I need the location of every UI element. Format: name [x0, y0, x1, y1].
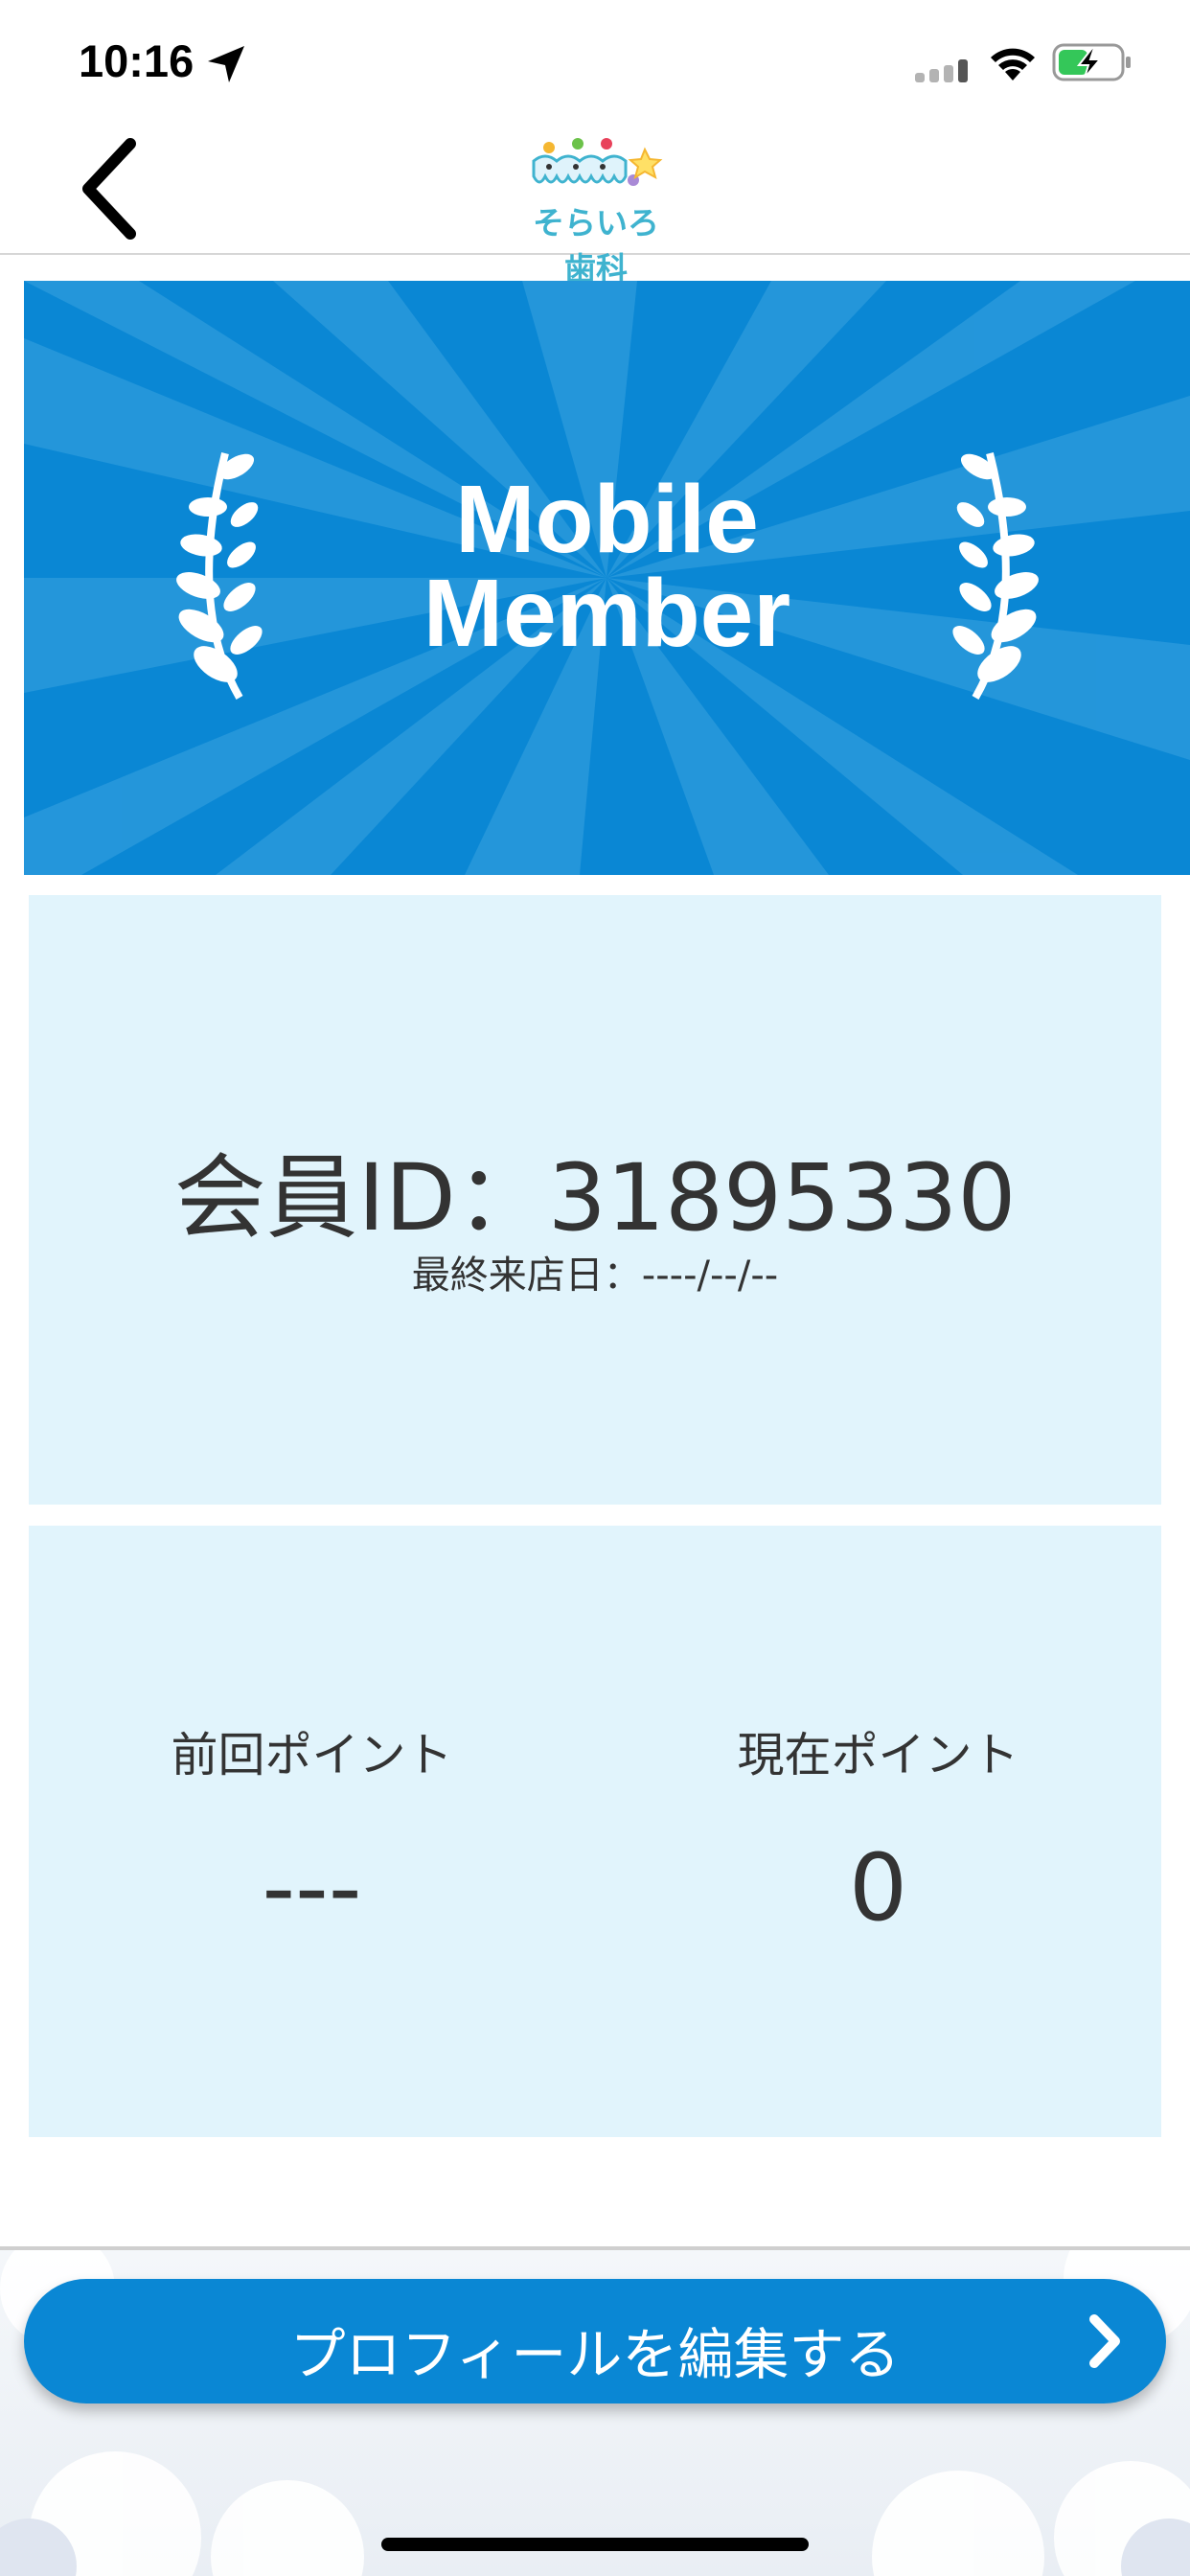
- edit-profile-button[interactable]: プロフィールを編集する: [24, 2279, 1166, 2404]
- current-points-label: 現在ポイント: [737, 1728, 1019, 1782]
- signal-icon: [915, 59, 968, 82]
- previous-points: 前回ポイント ---: [29, 1717, 595, 1941]
- laurel-right-icon: [952, 452, 1039, 701]
- home-indicator[interactable]: [381, 2538, 809, 2551]
- status-time: 10:16: [79, 35, 195, 86]
- previous-points-value: ---: [262, 1834, 362, 1942]
- current-points: 現在ポイント 0: [595, 1717, 1161, 1941]
- clinic-logo: そらいろ歯科: [520, 134, 672, 288]
- previous-points-label: 前回ポイント: [171, 1728, 453, 1782]
- battery-charging-icon: [1052, 43, 1131, 81]
- points-card: 前回ポイント --- 現在ポイント 0: [29, 1526, 1161, 2137]
- nav-bar: そらいろ歯科: [0, 125, 1190, 288]
- wifi-icon: [991, 48, 1035, 80]
- member-id: 会員ID：31895330: [173, 1144, 1017, 1252]
- member-id-card: 会員ID：31895330 最終来店日：----/--/--: [29, 895, 1161, 1505]
- tooth-mascots-icon: [532, 138, 663, 186]
- current-points-value: 0: [848, 1834, 908, 1942]
- last-visit-date: 最終来店日：----/--/--: [411, 1254, 779, 1298]
- location-arrow-icon: [208, 46, 244, 82]
- logo-text: そらいろ歯科: [533, 204, 659, 288]
- chevron-right-icon: [1089, 2314, 1120, 2368]
- edit-profile-label: プロフィールを編集する: [289, 2322, 901, 2387]
- member-banner: Mobile Member: [24, 281, 1190, 875]
- back-button[interactable]: [75, 134, 161, 244]
- status-bar: 10:16: [0, 0, 1190, 125]
